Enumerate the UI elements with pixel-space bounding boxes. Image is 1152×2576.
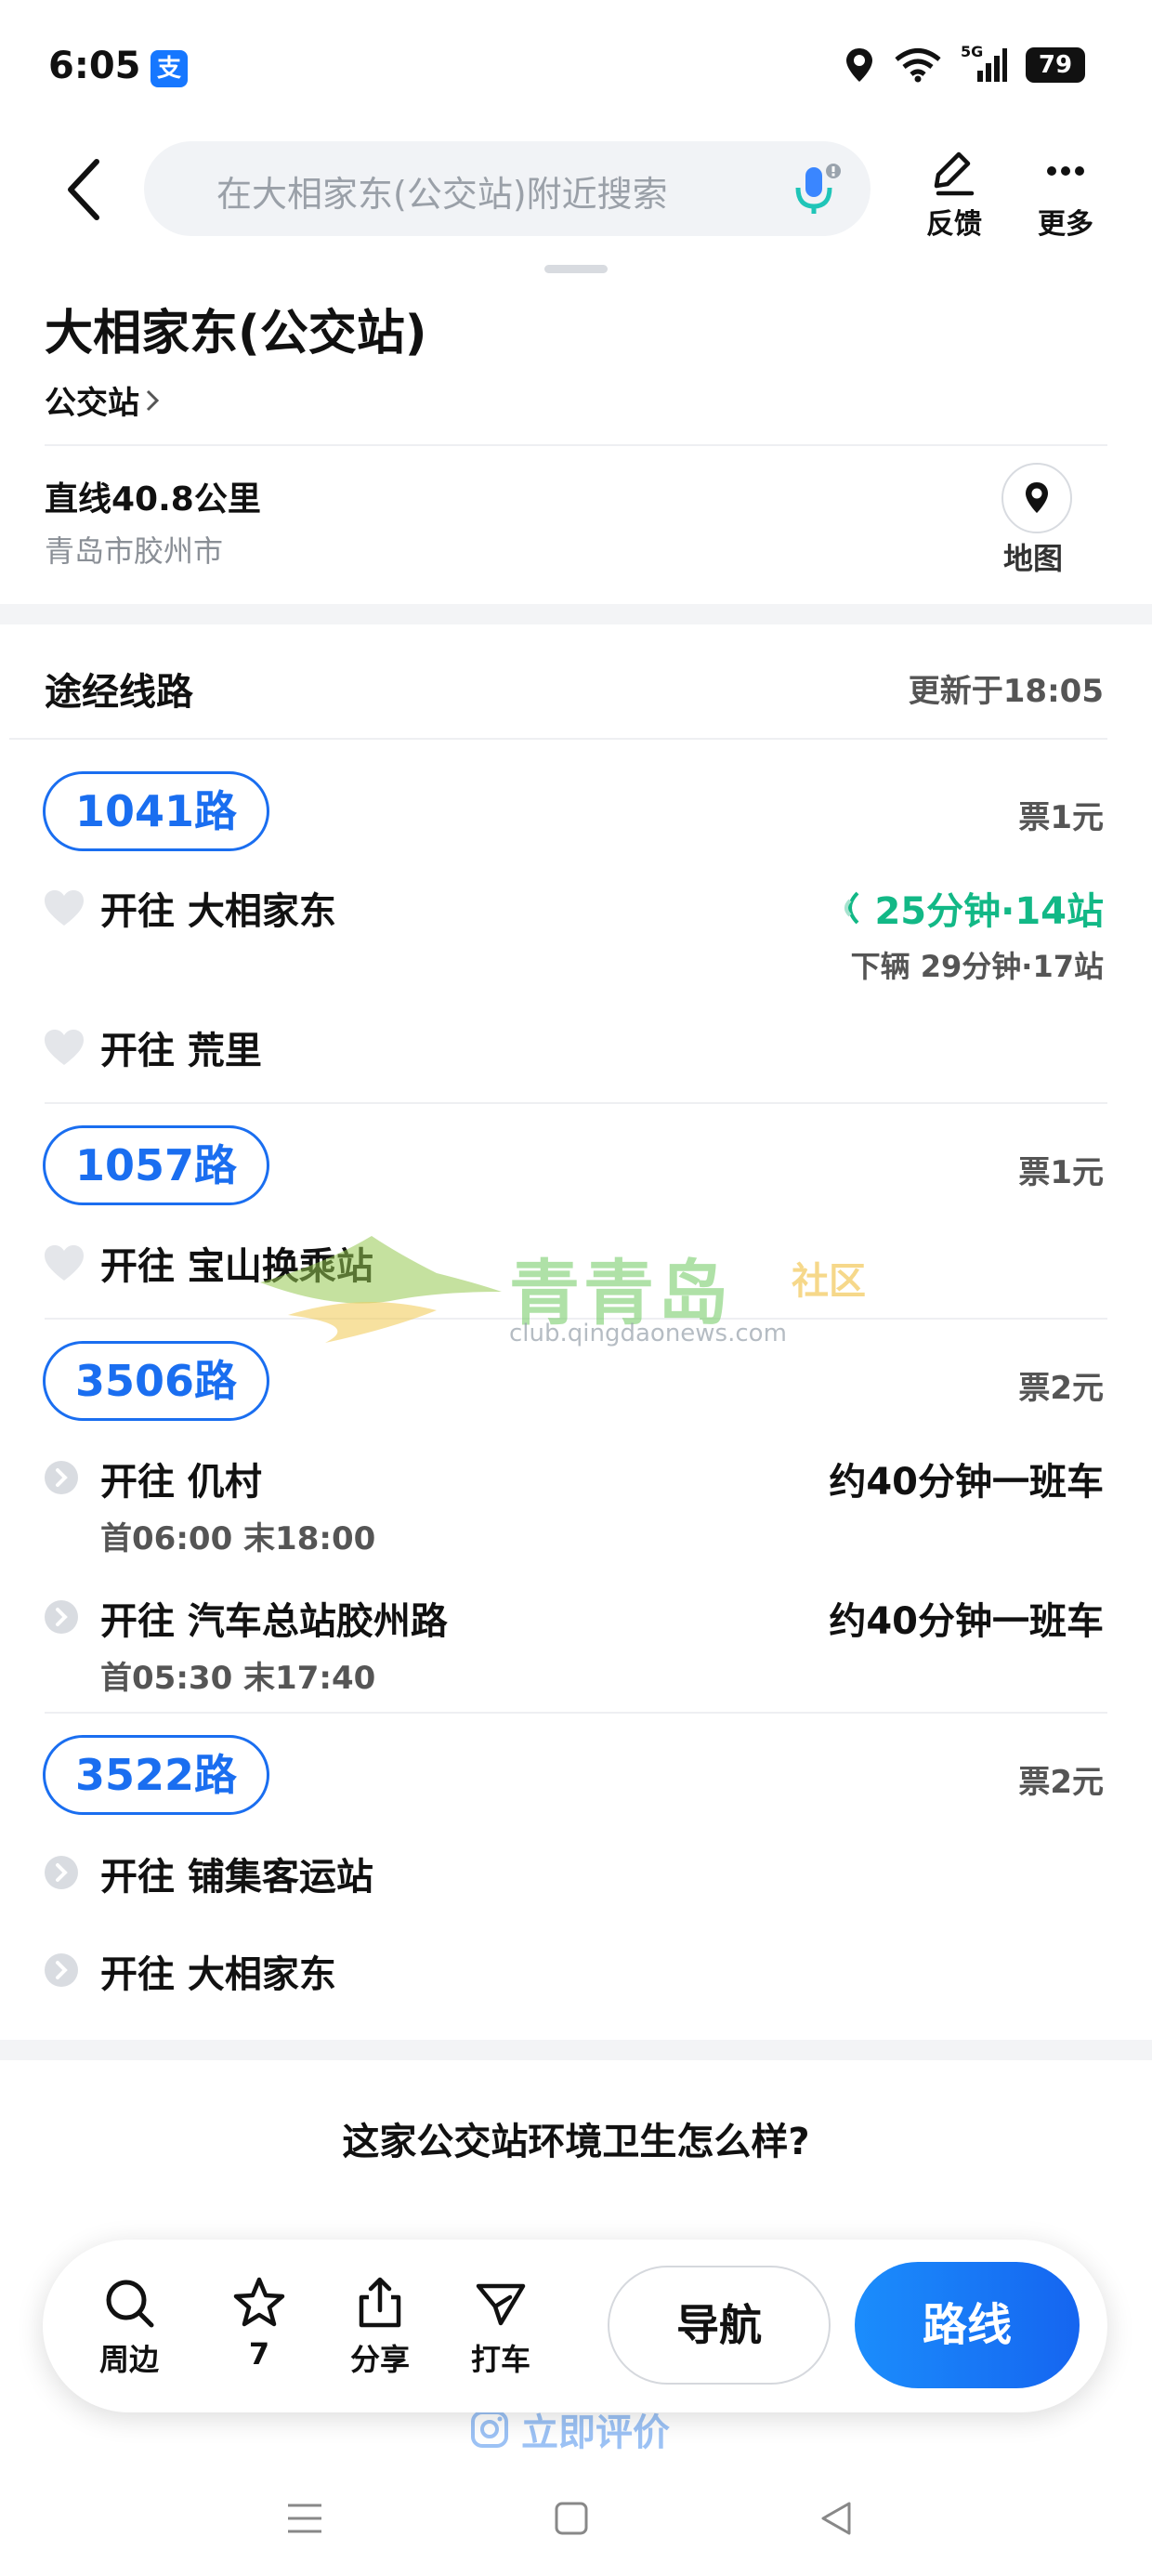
chevron-right-icon [146,389,160,411]
station-type-link[interactable]: 公交站 [45,377,160,423]
sheet-drag-handle[interactable] [544,265,608,273]
home-icon[interactable] [553,2500,590,2537]
cell-signal-icon: 5G [961,43,1007,84]
route-badge-1041[interactable]: 1041路 [43,771,269,851]
battery-indicator: 79 [1026,47,1085,83]
map-label: 地图 [1003,541,1064,576]
chevron-circle-icon [45,1856,78,1889]
share-label: 分享 [349,2342,410,2377]
route-fare: 票1元 [1018,1154,1104,1191]
taxi-icon [476,2283,526,2326]
station-title: 大相家东(公交站) [45,306,427,361]
chevron-circle-icon [45,1953,78,1987]
route-fare: 票2元 [1018,1370,1104,1407]
heart-icon[interactable] [43,1028,85,1067]
status-indicators: 5G 79 [844,43,1085,84]
first-last-bus: 首05:30 末17:40 [100,1660,376,1697]
watermark: 青青岛 社区 club.qingdaonews.com [251,1227,901,1357]
location-icon [846,48,872,82]
route-badge-1057[interactable]: 1057路 [43,1125,269,1205]
route-fare: 票2元 [1018,1764,1104,1801]
taxi-label: 打车 [470,2342,530,2377]
bus-frequency: 约40分钟一班车 [829,1600,1104,1643]
route-badge-3506[interactable]: 3506路 [43,1341,269,1421]
district-label: 青岛市胶州市 [45,533,224,569]
section-gap [0,2040,1152,2060]
route-fare: 票1元 [1018,799,1104,836]
camera-icon [471,2411,508,2448]
search-icon [106,2280,154,2328]
map-button[interactable] [1001,463,1072,533]
favorite-count: 7 [248,2336,270,2372]
chevron-circle-icon [45,1461,78,1494]
watermark-subtext: 社区 [792,1260,866,1303]
watermark-logo [260,1236,502,1343]
more-label: 更多 [1038,208,1093,241]
survey-question: 这家公交站环境卫生怎么样? [342,2121,810,2163]
wifi-icon [895,48,941,83]
back-arrow-icon [68,159,99,220]
heart-icon[interactable] [43,1243,85,1282]
share-button[interactable]: 分享 [329,2275,431,2379]
realtime-arrival-text: 25分钟·14站 [874,890,1104,933]
navigate-button[interactable]: 导航 [608,2266,831,2385]
route-direction[interactable]: 开往 荒里 [100,1020,262,1074]
route-direction[interactable]: 开往 大相家东 [100,881,336,935]
next-bus-info: 下辆 29分钟·17站 [850,949,1104,984]
edit-pencil-icon [934,151,975,196]
alipay-icon: 支 [151,50,188,87]
nearby-label: 周边 [98,2342,159,2377]
menu-icon[interactable] [286,2500,323,2537]
divider [45,1712,1107,1714]
route-direction[interactable]: 开往 仉村 [100,1452,262,1505]
status-bar: 6:05 支 5G 79 [0,0,1152,139]
favorite-button[interactable]: 7 [208,2275,310,2372]
more-button[interactable]: 更多 [1019,149,1112,242]
taxi-button[interactable]: 打车 [450,2275,552,2379]
bottom-action-bar: 周边 7 分享 打车 导航 路线 [43,2240,1107,2412]
back-button[interactable] [58,154,113,225]
update-time: 更新于18:05 [908,673,1104,710]
divider [45,1102,1107,1104]
section-gap [0,604,1152,624]
station-type-label: 公交站 [45,385,139,422]
more-dots-icon [1047,166,1084,176]
bus-frequency: 约40分钟一班车 [829,1461,1104,1504]
routes-section-title: 途经线路 [45,671,193,714]
route-button[interactable]: 路线 [855,2262,1080,2388]
watermark-url: club.qingdaonews.com [509,1320,787,1347]
status-time: 6:05 [48,45,141,87]
route-direction[interactable]: 开往 汽车总站胶州路 [100,1591,448,1645]
route-badge-3522[interactable]: 3522路 [43,1735,269,1815]
system-navigation-bar [0,2472,1152,2565]
nearby-button[interactable]: 周边 [78,2275,180,2379]
share-icon [359,2277,401,2328]
route-direction[interactable]: 开往 铺集客运站 [100,1847,373,1900]
search-placeholder: 在大相家东(公交站)附近搜索 [216,174,668,215]
straight-distance: 直线40.8公里 [45,480,261,519]
heart-icon[interactable] [43,888,85,927]
chevron-circle-icon [45,1600,78,1634]
divider [9,738,1107,740]
microphone-icon [795,164,841,214]
search-bar[interactable]: 在大相家东(公交站)附近搜索 [144,141,871,236]
feedback-button[interactable]: 反馈 [908,149,1001,242]
realtime-signal-icon [844,891,859,925]
feedback-label: 反馈 [926,208,982,241]
realtime-arrival: 25分钟·14站 [837,881,1104,935]
map-pin-icon [1026,482,1048,513]
back-triangle-icon[interactable] [818,2500,855,2537]
first-last-bus: 首06:00 末18:00 [100,1520,376,1557]
route-direction[interactable]: 开往 大相家东 [100,1944,336,1998]
divider [45,444,1107,446]
voice-search-button[interactable] [783,158,844,219]
star-icon [233,2277,285,2327]
